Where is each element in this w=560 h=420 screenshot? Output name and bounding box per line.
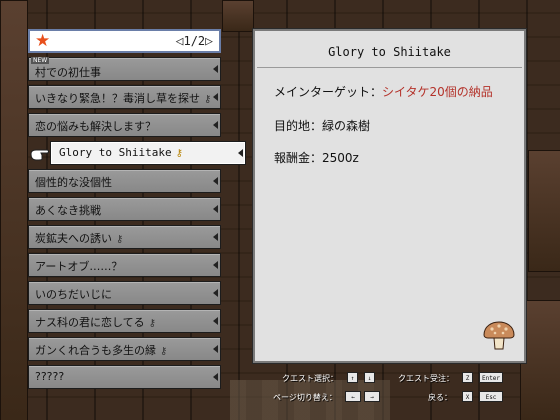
key-icon: ⚷: [175, 148, 183, 159]
shiitake-mushroom-icon: [483, 321, 515, 350]
quest-item[interactable]: 個性的な没個性: [28, 169, 221, 193]
up-key: ↑: [347, 372, 358, 383]
game-screen: ★ ◁1/2▷ NEW 村での初仕事 いきなり緊急！？毒消し草を探せ ⚷ 恋の悩み…: [0, 0, 560, 420]
quest-item[interactable]: ?????: [28, 365, 221, 389]
quest-item-label: 村での初仕事: [35, 66, 101, 79]
quest-detail-title: Glory to Shiitake: [328, 45, 451, 59]
divider: [257, 67, 522, 68]
key-icon: ⚷: [148, 318, 156, 329]
quest-destination: 目的地：緑の森樹: [274, 119, 371, 133]
bg-shelf-top: [222, 0, 254, 32]
key-icon: ⚷: [204, 94, 212, 105]
quest-detail-panel: Glory to Shiitake メインターゲット：シイタケ20個の納品 目的…: [253, 29, 526, 363]
quest-item[interactable]: 炭鉱夫への誘い ⚷: [28, 225, 221, 249]
down-key: ↓: [364, 372, 375, 383]
right-key: →: [364, 391, 380, 402]
x-key: X: [462, 391, 473, 402]
quest-item-label: 恋の悩みも解決します？: [35, 120, 156, 133]
bg-shelf-bottom-right: [520, 300, 560, 420]
hint-quest-accept: クエスト受注：: [398, 374, 454, 383]
quest-item-label: いきなり緊急！？毒消し草を探せ: [35, 92, 200, 105]
quest-item-label: アートオブ……？: [35, 260, 123, 273]
quest-item[interactable]: ガンくれ合うも多生の縁 ⚷: [28, 337, 221, 361]
quest-item-selected[interactable]: Glory to Shiitake ⚷: [50, 141, 246, 165]
quest-item[interactable]: あくなき挑戦: [28, 197, 221, 221]
quest-item[interactable]: NEW 村での初仕事: [28, 57, 221, 81]
quest-item[interactable]: いきなり緊急！？毒消し草を探せ ⚷: [28, 85, 221, 109]
pointer-hand-icon: [30, 149, 49, 161]
quest-item-label: ?????: [35, 370, 65, 383]
quest-reward: 報酬金：2500z: [274, 151, 359, 165]
bg-shelf-left: [0, 0, 28, 420]
hint-quest-select: クエスト選択：: [282, 374, 338, 383]
z-key: Z: [462, 372, 473, 383]
quest-item-label: 炭鉱夫への誘い: [35, 232, 112, 245]
key-icon: ⚷: [160, 346, 168, 357]
hint-back: 戻る：: [428, 393, 452, 402]
key-icon: ⚷: [116, 234, 124, 245]
quest-item-label: Glory to Shiitake: [59, 146, 172, 159]
page-indicator: 1/2: [183, 34, 206, 48]
quest-item[interactable]: 恋の悩みも解決します？: [28, 113, 221, 137]
quest-item-label: 個性的な没個性: [35, 176, 112, 189]
enter-key: Enter: [479, 372, 503, 383]
hint-page-switch: ページ切り替え：: [273, 393, 337, 402]
bg-shelf-right: [528, 150, 560, 272]
quest-item-label: ナス科の君に恋してる: [35, 316, 145, 329]
main-target-label: メインターゲット：: [274, 85, 383, 99]
triangle-right-icon[interactable]: ▷: [205, 34, 213, 50]
main-target-value: シイタケ20個の納品: [382, 85, 493, 99]
quest-item[interactable]: ナス科の君に恋してる ⚷: [28, 309, 221, 333]
quest-list-header: ★ ◁1/2▷: [28, 29, 221, 53]
star-icon: ★: [35, 31, 51, 51]
quest-item[interactable]: いのちだいじに: [28, 281, 221, 305]
quest-main-target: メインターゲット：シイタケ20個の納品: [274, 83, 493, 100]
quest-item-label: ガンくれ合うも多生の縁: [35, 344, 156, 357]
quest-item[interactable]: アートオブ……？: [28, 253, 221, 277]
quest-item-label: あくなき挑戦: [35, 204, 101, 217]
new-badge: NEW: [31, 57, 50, 64]
quest-item-label: いのちだいじに: [35, 288, 112, 301]
quest-list-pager[interactable]: ◁1/2▷: [176, 33, 213, 50]
left-key: ←: [345, 391, 361, 402]
esc-key: Esc: [479, 391, 503, 402]
